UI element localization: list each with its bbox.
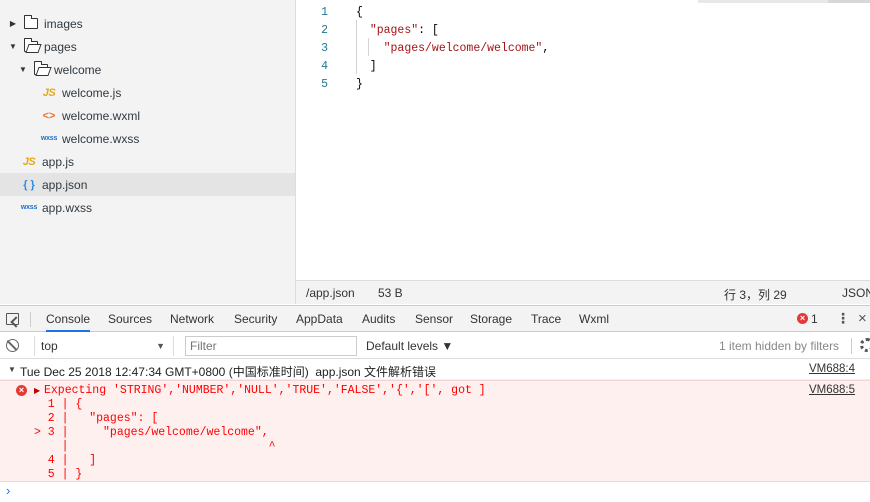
tab-wxml[interactable]: Wxml (579, 306, 609, 332)
error-message-text: Expecting 'STRING','NUMBER','NULL','TRUE… (44, 384, 486, 397)
collapse-arrow-icon[interactable]: ▼ (8, 42, 18, 51)
error-code-line: 4 | ] (34, 454, 97, 467)
source-link[interactable]: VM688:5 (809, 384, 855, 396)
tab-storage[interactable]: Storage (470, 306, 512, 332)
expand-arrow-icon[interactable]: ▶ (8, 19, 18, 28)
chevron-down-icon: ▼ (156, 341, 165, 351)
tab-trace[interactable]: Trace (531, 306, 561, 332)
tree-item-label: pages (44, 39, 77, 54)
tree-item-app-json[interactable]: { } app.json (0, 173, 295, 196)
tree-item-label: welcome.wxss (62, 131, 140, 146)
line-number: 4 (321, 59, 328, 73)
cursor-position[interactable]: 行 3，列 29 (724, 286, 787, 303)
context-select[interactable]: top ▼ (34, 336, 174, 356)
divider (30, 312, 31, 327)
tab-appdata[interactable]: AppData (296, 306, 343, 332)
code-line: 2 "pages": [ (296, 21, 870, 39)
context-value: top (41, 339, 58, 353)
error-code-line: | ^ (34, 440, 276, 453)
gear-icon[interactable] (860, 338, 870, 352)
console-toolbar: top ▼ Default levels ▼ 1 item hidden by … (0, 333, 870, 359)
tree-item-label: app.json (42, 177, 88, 192)
tab-sources[interactable]: Sources (108, 306, 152, 332)
tab-network[interactable]: Network (170, 306, 214, 332)
folder-open-icon (32, 61, 50, 75)
tree-item-label: app.js (42, 154, 75, 169)
wxml-file-icon: <> (42, 109, 56, 122)
prompt-chevron-icon: › (6, 483, 11, 498)
tree-item-welcome-wxss[interactable]: wxss welcome.wxss (0, 127, 295, 150)
tree-item-app-wxss[interactable]: wxss app.wxss (0, 196, 295, 219)
expand-arrow-icon[interactable]: ▶ (34, 386, 40, 395)
filter-input[interactable] (185, 336, 357, 356)
wxss-file-icon: wxss (40, 135, 58, 142)
error-icon: × (16, 385, 27, 396)
file-size: 53 B (378, 286, 403, 300)
code-text: "pages/welcome/welcome", (383, 41, 550, 55)
tree-item-label: welcome.js (62, 85, 122, 100)
line-number: 3 (321, 41, 328, 55)
line-number: 1 (321, 5, 328, 19)
tree-item-welcome-js[interactable]: JS welcome.js (0, 81, 295, 104)
code-text: } (356, 77, 363, 91)
group-message-text: Tue Dec 25 2018 12:47:34 GMT+0800 (中国标准时… (20, 365, 437, 379)
hidden-items-info: 1 item hidden by filters (719, 339, 840, 353)
console-prompt[interactable]: › (0, 482, 870, 502)
tree-item-label: app.wxss (42, 200, 93, 215)
error-count[interactable]: 1 (811, 312, 818, 326)
inspect-element-icon[interactable] (6, 313, 19, 325)
code-line: 5 } (296, 75, 870, 93)
line-number: 5 (321, 77, 328, 91)
error-code-line: 5 | } (34, 468, 83, 481)
json-file-icon: { } (23, 178, 35, 191)
console-group-message[interactable]: ▼ Tue Dec 25 2018 12:47:34 GMT+0800 (中国标… (0, 360, 870, 380)
language-mode[interactable]: JSON (842, 286, 870, 300)
wxss-file-icon: wxss (20, 204, 38, 211)
file-tree: ▶ images ▼ pages ▼ welcome JS welcome.js… (0, 0, 296, 304)
js-file-icon: JS (22, 155, 36, 168)
tree-item-label: welcome (54, 62, 102, 77)
tree-item-pages[interactable]: ▼ pages (0, 35, 295, 58)
folder-icon (22, 15, 40, 29)
divider (851, 338, 852, 354)
error-code-line: 2 | "pages": [ (34, 412, 159, 425)
js-file-icon: JS (42, 86, 56, 99)
code-text: { (356, 5, 363, 19)
code-line: 3 "pages/welcome/welcome", (296, 39, 870, 57)
more-options-icon[interactable]: ⋮ (836, 311, 850, 325)
error-code-line: 1 | { (34, 398, 83, 411)
log-levels-dropdown[interactable]: Default levels ▼ (366, 339, 453, 353)
tree-item-welcome-wxml[interactable]: <> welcome.wxml (0, 104, 295, 127)
console-error-message[interactable]: × ▶ Expecting 'STRING','NUMBER','NULL','… (0, 380, 870, 482)
tree-item-label: welcome.wxml (62, 108, 141, 123)
tree-item-label: images (44, 16, 83, 31)
devtools-tab-bar: Console Sources Network Security AppData… (0, 305, 870, 332)
collapse-arrow-icon[interactable]: ▼ (18, 65, 28, 74)
code-line: 1 { (296, 3, 870, 21)
close-icon[interactable]: × (858, 310, 867, 327)
folder-open-icon (22, 38, 40, 52)
tab-console[interactable]: Console (46, 306, 91, 332)
source-link[interactable]: VM688:4 (809, 363, 855, 375)
file-path: /app.json (306, 286, 355, 300)
tree-item-app-js[interactable]: JS app.js (0, 150, 295, 173)
code-text: ] (356, 59, 377, 73)
error-icon[interactable]: × (797, 313, 808, 324)
error-code-line: > 3 | "pages/welcome/welcome", (34, 426, 269, 439)
tab-sensor[interactable]: Sensor (415, 306, 453, 332)
editor-status-bar: /app.json 53 B 行 3，列 29 JSON (296, 280, 870, 304)
code-line: 4 ] (296, 57, 870, 75)
code-editor[interactable]: 1 { 2 "pages": [ 3 "pages/welcome/welcom… (296, 0, 870, 280)
collapse-arrow-icon[interactable]: ▼ (8, 365, 16, 374)
tab-security[interactable]: Security (234, 306, 277, 332)
clear-console-icon[interactable] (6, 339, 19, 352)
code-text: "pages": [ (369, 23, 439, 37)
tree-item-welcome-folder[interactable]: ▼ welcome (0, 58, 295, 81)
tab-audits[interactable]: Audits (362, 306, 395, 332)
line-number: 2 (321, 23, 328, 37)
tree-item-images[interactable]: ▶ images (0, 12, 295, 35)
